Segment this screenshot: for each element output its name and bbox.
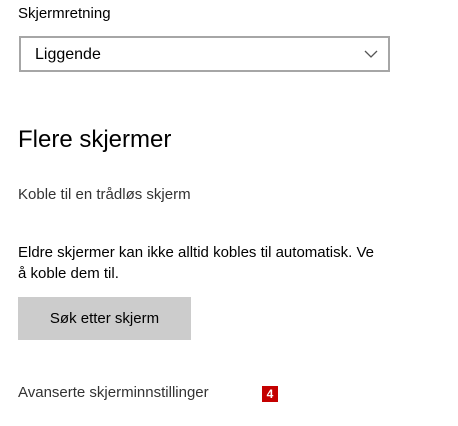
connect-wireless-display-link[interactable]: Koble til en trådløs skjerm: [18, 185, 191, 205]
advanced-display-settings-link[interactable]: Avanserte skjerminnstillinger: [18, 383, 209, 403]
older-displays-info-line-1: Eldre skjermer kan ikke alltid kobles ti…: [18, 244, 374, 261]
older-displays-info-line-2: å koble dem til.: [18, 265, 119, 282]
orientation-dropdown[interactable]: Liggende: [19, 36, 390, 72]
detect-display-button[interactable]: Søk etter skjerm: [18, 297, 191, 340]
orientation-selected-value: Liggende: [35, 46, 101, 63]
chevron-down-icon: [364, 50, 378, 58]
step-number-badge: 4: [262, 386, 278, 402]
orientation-label: Skjermretning: [18, 5, 111, 22]
multiple-displays-heading: Flere skjermer: [18, 126, 172, 153]
